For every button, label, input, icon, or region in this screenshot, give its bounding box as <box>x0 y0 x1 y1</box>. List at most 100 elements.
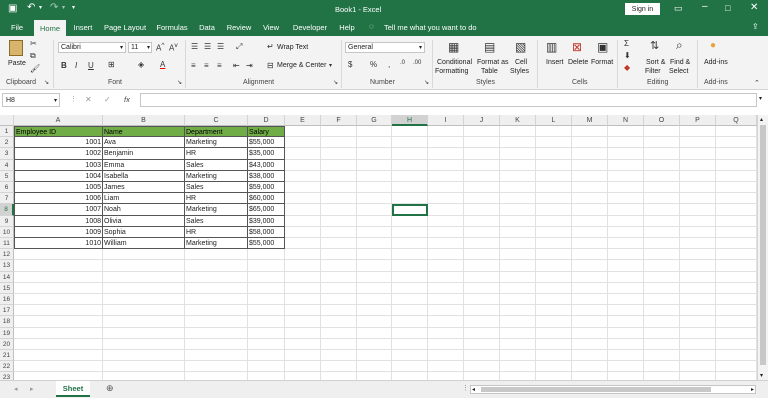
cell[interactable] <box>321 305 357 317</box>
cell[interactable] <box>536 170 572 182</box>
cell[interactable] <box>572 226 608 238</box>
tab-page-layout[interactable]: Page Layout <box>102 19 148 36</box>
enter-icon[interactable]: ✓ <box>104 95 111 104</box>
column-header-f[interactable]: F <box>321 115 357 126</box>
table-cell[interactable]: $55,000 <box>248 238 285 250</box>
merge-center-button[interactable]: Merge & Center <box>277 62 326 69</box>
cell[interactable] <box>680 271 716 283</box>
table-cell[interactable]: HR <box>185 226 248 238</box>
cell[interactable] <box>572 249 608 261</box>
cell[interactable] <box>572 316 608 328</box>
cell[interactable] <box>185 305 248 317</box>
column-header-j[interactable]: J <box>464 115 500 126</box>
cell[interactable] <box>608 193 644 205</box>
cell[interactable] <box>716 338 757 350</box>
font-launcher-icon[interactable]: ↘ <box>177 79 182 86</box>
cell[interactable] <box>392 316 428 328</box>
tell-me-search[interactable]: Tell me what you want to do <box>384 23 477 32</box>
cell[interactable] <box>572 327 608 339</box>
cell[interactable] <box>357 305 392 317</box>
table-cell[interactable]: Sophia <box>103 226 185 238</box>
cell[interactable] <box>392 260 428 272</box>
cell[interactable] <box>321 282 357 294</box>
align-top-icon[interactable]: ☰ <box>191 42 198 51</box>
cell[interactable] <box>103 327 185 339</box>
cell[interactable] <box>392 126 428 138</box>
cell[interactable] <box>103 338 185 350</box>
cell[interactable] <box>185 327 248 339</box>
cell[interactable] <box>536 148 572 160</box>
cell[interactable] <box>716 148 757 160</box>
merge-icon[interactable]: ⊟ <box>267 61 274 70</box>
fill-color-icon[interactable]: ◈ <box>138 60 144 69</box>
autosum-icon[interactable]: Σ <box>624 39 629 48</box>
scroll-right-icon[interactable]: ▸ <box>30 385 34 393</box>
cell[interactable] <box>716 327 757 339</box>
cell[interactable] <box>500 170 536 182</box>
cell[interactable] <box>500 361 536 373</box>
cell[interactable] <box>716 249 757 261</box>
table-cell[interactable]: Ava <box>103 137 185 149</box>
cell[interactable] <box>572 294 608 306</box>
cell[interactable] <box>285 294 321 306</box>
cell[interactable] <box>464 170 500 182</box>
table-cell[interactable]: 1008 <box>14 215 103 227</box>
cell[interactable] <box>716 350 757 362</box>
align-middle-icon[interactable]: ☰ <box>204 42 211 51</box>
addins-button[interactable]: Add-ins <box>704 59 728 66</box>
align-center-icon[interactable]: ≡ <box>204 61 209 70</box>
cell[interactable] <box>248 327 285 339</box>
table-cell[interactable]: Isabella <box>103 170 185 182</box>
tab-view[interactable]: View <box>260 19 282 36</box>
cell[interactable] <box>464 282 500 294</box>
cell[interactable] <box>500 260 536 272</box>
cell[interactable] <box>248 350 285 362</box>
cell[interactable] <box>608 126 644 138</box>
table-cell[interactable]: Sales <box>185 182 248 194</box>
cell[interactable] <box>464 193 500 205</box>
decrease-font-icon[interactable]: Av <box>169 42 178 53</box>
cell[interactable] <box>680 137 716 149</box>
increase-decimal-icon[interactable]: .0 <box>400 60 405 66</box>
orientation-icon[interactable]: ⤢ <box>236 42 242 52</box>
cell[interactable] <box>680 182 716 194</box>
cell[interactable] <box>321 294 357 306</box>
cell[interactable] <box>716 226 757 238</box>
cell[interactable] <box>644 126 680 138</box>
cell[interactable] <box>428 249 464 261</box>
cell[interactable] <box>357 271 392 283</box>
cell[interactable] <box>572 148 608 160</box>
cell[interactable] <box>644 193 680 205</box>
redo-dropdown-icon[interactable]: ▾ <box>62 4 65 11</box>
table-cell[interactable]: 1003 <box>14 159 103 171</box>
scrollbar-thumb[interactable] <box>481 387 711 392</box>
cell[interactable] <box>103 271 185 283</box>
number-launcher-icon[interactable]: ↘ <box>424 79 429 86</box>
cell[interactable] <box>644 148 680 160</box>
table-cell[interactable]: 1009 <box>14 226 103 238</box>
sign-in-button[interactable]: Sign in <box>625 3 660 15</box>
row-header-14[interactable]: 14 <box>0 271 14 283</box>
cell[interactable] <box>321 249 357 261</box>
wrap-text-icon[interactable]: ↵ <box>267 42 274 51</box>
cell[interactable] <box>500 159 536 171</box>
customize-icon[interactable]: ▾ <box>72 4 75 11</box>
font-color-icon[interactable]: A <box>160 60 165 69</box>
cell[interactable] <box>392 182 428 194</box>
cell[interactable] <box>285 159 321 171</box>
cell[interactable] <box>428 226 464 238</box>
cell[interactable] <box>536 327 572 339</box>
cell[interactable] <box>680 282 716 294</box>
insert-cells-icon[interactable]: ▥ <box>546 40 557 54</box>
clipboard-launcher-icon[interactable]: ↘ <box>44 79 49 86</box>
cell[interactable] <box>185 249 248 261</box>
row-header-2[interactable]: 2 <box>0 137 14 149</box>
cell[interactable] <box>357 260 392 272</box>
font-size-select[interactable]: 11 ▾ <box>128 42 152 53</box>
cell[interactable] <box>608 294 644 306</box>
row-header-5[interactable]: 5 <box>0 170 14 182</box>
cell[interactable] <box>248 361 285 373</box>
table-header-cell[interactable]: Employee ID <box>14 126 103 138</box>
cell[interactable] <box>428 204 464 216</box>
cell[interactable] <box>572 137 608 149</box>
